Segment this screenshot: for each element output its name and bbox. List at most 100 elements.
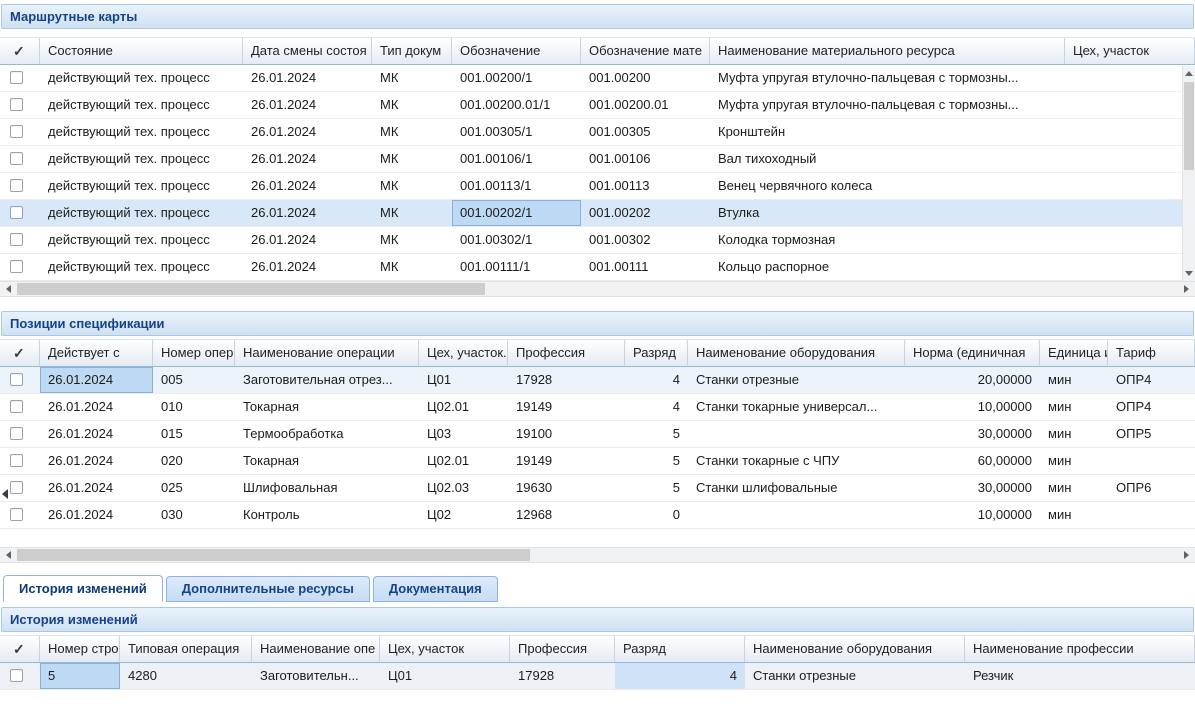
row-checkbox[interactable] bbox=[10, 400, 23, 413]
cell-mat_name[interactable]: Муфта упругая втулочно-пальцевая с тормо… bbox=[710, 92, 1065, 118]
col-header-norm[interactable]: Норма (единичная bbox=[905, 340, 1040, 366]
row-checkbox[interactable] bbox=[10, 71, 23, 84]
table-row[interactable]: действующий тех. процесс26.01.2024МК001.… bbox=[0, 200, 1195, 227]
cell-op_name[interactable]: Термообработка bbox=[235, 421, 419, 447]
cell-designation[interactable]: 001.00202/1 bbox=[452, 200, 581, 226]
row-checkbox[interactable] bbox=[10, 260, 23, 273]
cell-grade[interactable]: 4 bbox=[625, 367, 688, 393]
route-maps-vscrollbar[interactable] bbox=[1182, 66, 1195, 281]
cell-mat_designation[interactable]: 001.00111 bbox=[581, 254, 710, 280]
row-checkbox[interactable] bbox=[10, 179, 23, 192]
splitter-collapse-arrow[interactable] bbox=[0, 486, 8, 502]
col-header-state[interactable]: Состояние bbox=[40, 38, 243, 64]
cell-profession[interactable]: 19100 bbox=[508, 421, 625, 447]
cell-workshop[interactable] bbox=[1065, 200, 1195, 226]
col-header-mat_name[interactable]: Наименование материального ресурса bbox=[710, 38, 1065, 64]
cell-op_num[interactable]: 030 bbox=[153, 502, 235, 528]
cell-op_num[interactable]: 005 bbox=[153, 367, 235, 393]
tab-documentation[interactable]: Документация bbox=[373, 576, 498, 602]
table-row[interactable]: действующий тех. процесс26.01.2024МК001.… bbox=[0, 227, 1195, 254]
tab-resources[interactable]: Дополнительные ресурсы bbox=[166, 576, 370, 602]
cell-mat_name[interactable]: Втулка bbox=[710, 200, 1065, 226]
col-header-check[interactable]: ✓ bbox=[0, 636, 40, 662]
col-header-workshop[interactable]: Цех, участок bbox=[380, 636, 510, 662]
cell-state[interactable]: действующий тех. процесс bbox=[40, 146, 243, 172]
cell-tariff[interactable]: ОПР5 bbox=[1108, 421, 1195, 447]
col-header-check[interactable]: ✓ bbox=[0, 340, 40, 366]
col-header-grade[interactable]: Разряд bbox=[615, 636, 745, 662]
cell-op_name[interactable]: Заготовительная отрез... bbox=[235, 367, 419, 393]
cell-tariff[interactable]: ОПР4 bbox=[1108, 367, 1195, 393]
cell-check[interactable] bbox=[0, 663, 40, 689]
cell-grade[interactable]: 0 bbox=[625, 502, 688, 528]
cell-op_num[interactable]: 010 bbox=[153, 394, 235, 420]
cell-mat_designation[interactable]: 001.00200 bbox=[581, 65, 710, 91]
scroll-left-button[interactable] bbox=[0, 282, 16, 296]
scroll-up-button[interactable] bbox=[1183, 66, 1195, 80]
table-row[interactable]: действующий тех. процесс26.01.2024МК001.… bbox=[0, 254, 1195, 281]
cell-designation[interactable]: 001.00111/1 bbox=[452, 254, 581, 280]
cell-profession[interactable]: 19149 bbox=[508, 394, 625, 420]
table-row[interactable]: действующий тех. процесс26.01.2024МК001.… bbox=[0, 119, 1195, 146]
col-header-check[interactable]: ✓ bbox=[0, 38, 40, 64]
cell-workshop[interactable] bbox=[1065, 65, 1195, 91]
cell-workshop[interactable] bbox=[1065, 146, 1195, 172]
cell-doc_type[interactable]: МК bbox=[372, 92, 452, 118]
col-header-op_name[interactable]: Наименование опе bbox=[252, 636, 380, 662]
row-checkbox[interactable] bbox=[10, 125, 23, 138]
scrollbar-thumb[interactable] bbox=[1184, 82, 1194, 170]
cell-mat_designation[interactable]: 001.00106 bbox=[581, 146, 710, 172]
cell-op_name[interactable]: Токарная bbox=[235, 448, 419, 474]
cell-designation[interactable]: 001.00200.01/1 bbox=[452, 92, 581, 118]
cell-unit[interactable]: мин bbox=[1040, 394, 1108, 420]
cell-op_name[interactable]: Заготовительн... bbox=[252, 663, 380, 689]
row-checkbox[interactable] bbox=[10, 373, 23, 386]
col-header-profession[interactable]: Профессия bbox=[508, 340, 625, 366]
cell-unit[interactable]: мин bbox=[1040, 421, 1108, 447]
cell-designation[interactable]: 001.00302/1 bbox=[452, 227, 581, 253]
scrollbar-track[interactable] bbox=[16, 282, 1179, 296]
cell-doc_type[interactable]: МК bbox=[372, 65, 452, 91]
cell-check[interactable] bbox=[0, 119, 40, 145]
route-maps-hscrollbar[interactable] bbox=[0, 281, 1195, 297]
cell-norm[interactable]: 10,00000 bbox=[905, 394, 1040, 420]
cell-unit[interactable]: мин bbox=[1040, 367, 1108, 393]
cell-state[interactable]: действующий тех. процесс bbox=[40, 65, 243, 91]
cell-equipment[interactable]: Станки отрезные bbox=[688, 367, 905, 393]
cell-mat_name[interactable]: Венец червячного колеса bbox=[710, 173, 1065, 199]
cell-row_num[interactable]: 5 bbox=[40, 663, 120, 689]
scrollbar-track[interactable] bbox=[1183, 80, 1195, 267]
table-row[interactable]: действующий тех. процесс26.01.2024МК001.… bbox=[0, 92, 1195, 119]
col-header-doc_type[interactable]: Тип докум bbox=[372, 38, 452, 64]
cell-check[interactable] bbox=[0, 146, 40, 172]
table-row[interactable]: 26.01.2024015ТермообработкаЦ0319100530,0… bbox=[0, 421, 1195, 448]
cell-op_num[interactable]: 020 bbox=[153, 448, 235, 474]
cell-check[interactable] bbox=[0, 367, 40, 393]
cell-check[interactable] bbox=[0, 173, 40, 199]
cell-doc_type[interactable]: МК bbox=[372, 146, 452, 172]
scrollbar-thumb[interactable] bbox=[17, 283, 485, 295]
cell-mat_designation[interactable]: 001.00200.01 bbox=[581, 92, 710, 118]
cell-workshop[interactable] bbox=[1065, 254, 1195, 280]
row-checkbox[interactable] bbox=[10, 427, 23, 440]
col-header-prof_name[interactable]: Наименование профессии bbox=[965, 636, 1195, 662]
row-checkbox[interactable] bbox=[10, 206, 23, 219]
cell-mat_name[interactable]: Колодка тормозная bbox=[710, 227, 1065, 253]
scroll-right-button[interactable] bbox=[1179, 548, 1195, 562]
cell-workshop[interactable]: Ц01 bbox=[419, 367, 508, 393]
cell-tariff[interactable]: ОПР4 bbox=[1108, 394, 1195, 420]
col-header-op_num[interactable]: Номер опера bbox=[153, 340, 235, 366]
scrollbar-track[interactable] bbox=[16, 548, 1179, 562]
cell-equipment[interactable]: Станки шлифовальные bbox=[688, 475, 905, 501]
cell-op_name[interactable]: Шлифовальная bbox=[235, 475, 419, 501]
table-row[interactable]: действующий тех. процесс26.01.2024МК001.… bbox=[0, 65, 1195, 92]
cell-workshop[interactable]: Ц02.01 bbox=[419, 448, 508, 474]
cell-grade[interactable]: 4 bbox=[615, 663, 745, 689]
scroll-down-button[interactable] bbox=[1183, 267, 1195, 281]
cell-mat_name[interactable]: Кольцо распорное bbox=[710, 254, 1065, 280]
cell-check[interactable] bbox=[0, 448, 40, 474]
cell-workshop[interactable] bbox=[1065, 119, 1195, 145]
col-header-equipment[interactable]: Наименование оборудования bbox=[688, 340, 905, 366]
cell-check[interactable] bbox=[0, 200, 40, 226]
cell-date[interactable]: 26.01.2024 bbox=[243, 119, 372, 145]
